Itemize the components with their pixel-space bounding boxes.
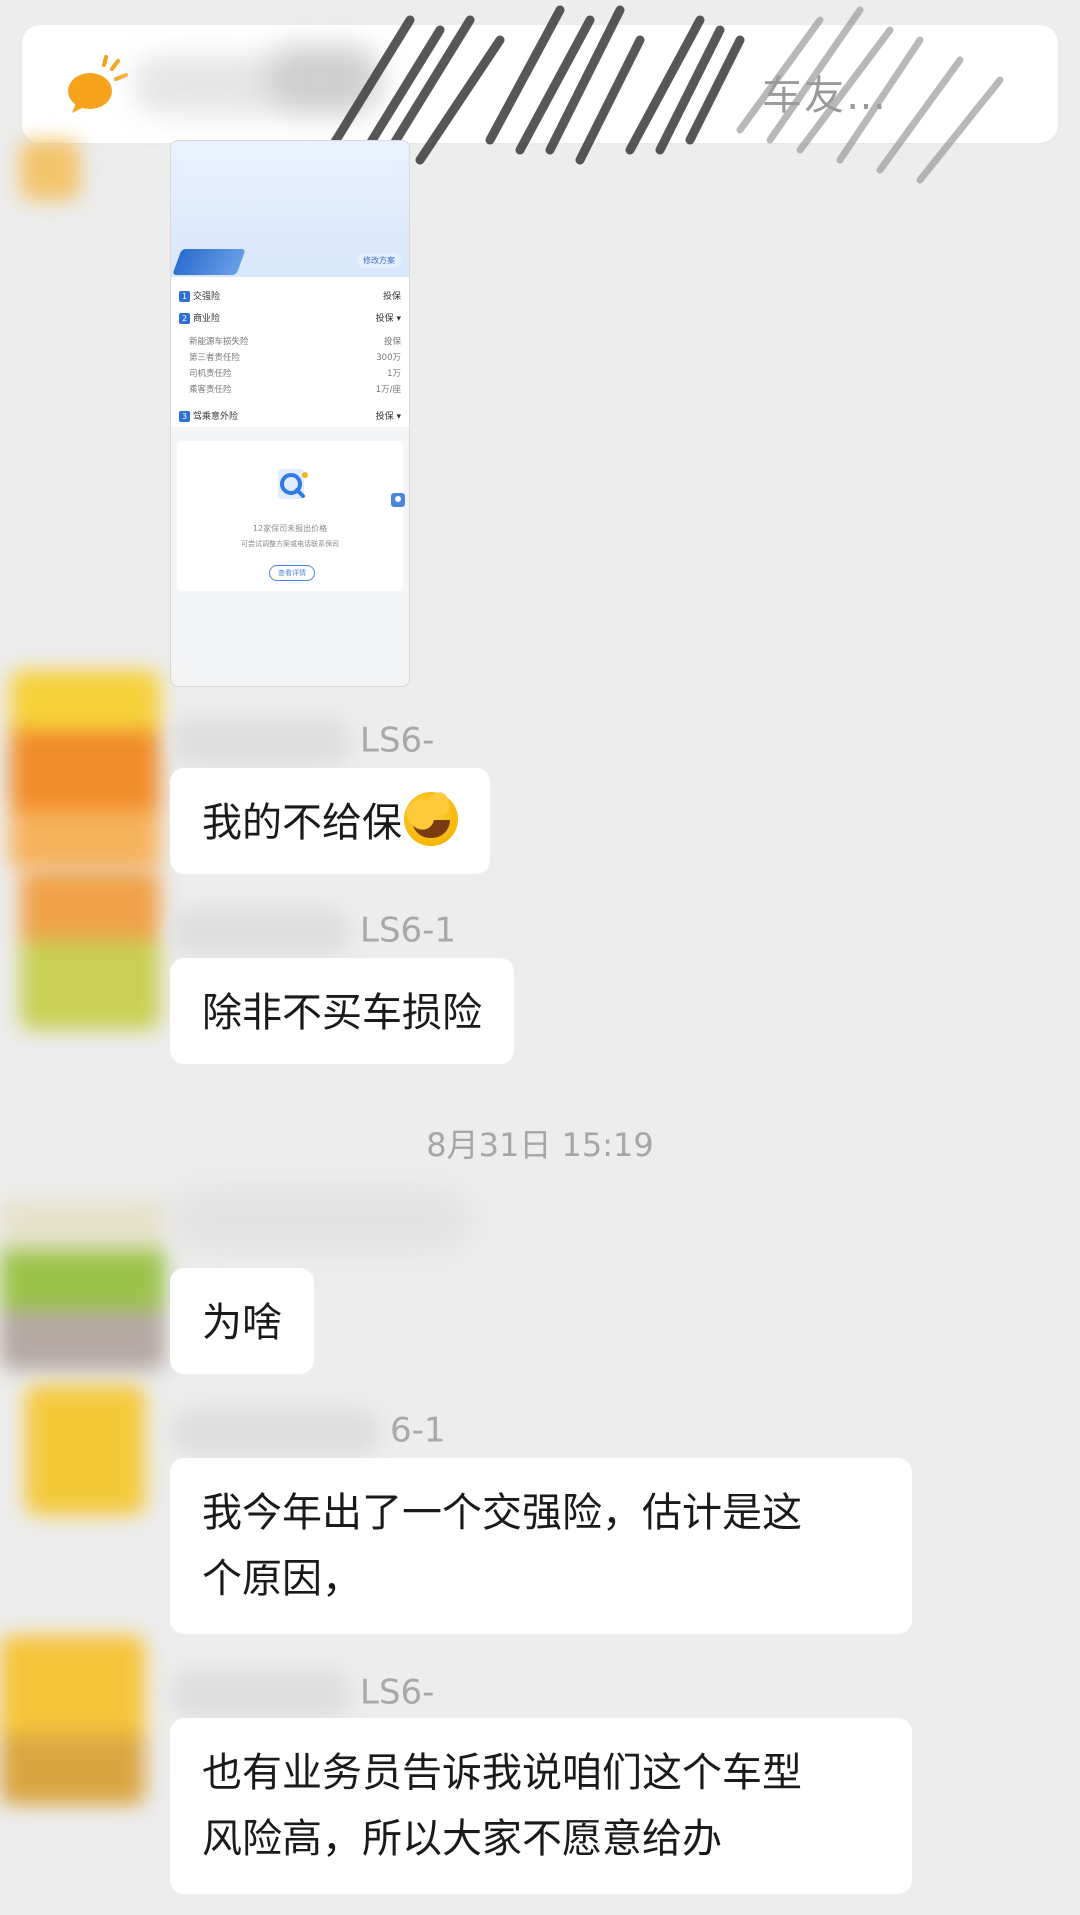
image-panel-text: 12家保司未报出价格 (252, 524, 328, 533)
message-text-line: 我今年出了一个交强险，估计是这 (202, 1490, 802, 1536)
message-text-line: 风险高，所以大家不愿意给办 (202, 1816, 722, 1862)
image-sub-row: 第三者责任险 300万 (189, 353, 401, 363)
avatar[interactable] (20, 870, 160, 1030)
image-sub-row: 乘客责任险 1万/座 (189, 385, 401, 395)
redacted-name (170, 1190, 470, 1250)
image-tag: 修改方案 (357, 253, 401, 268)
redacted-name (170, 1670, 350, 1718)
redacted-name (170, 908, 350, 956)
image-banner-stripe (172, 249, 246, 275)
image-plan-card: 1 交强险 投保 2 商业险 投保 ▾ 新能源车损失险 投保 第三者责任险 300万 司… (171, 277, 409, 427)
avatar[interactable] (25, 1385, 145, 1515)
search-magnifier-icon (278, 469, 308, 499)
avatar[interactable] (0, 1200, 165, 1370)
image-row: 1 交强险 投保 (179, 289, 401, 302)
side-service-icon (391, 493, 405, 507)
message-text-line: 也有业务员告诉我说咱们这个车型 (202, 1750, 802, 1796)
chat-bubble-sun-icon (68, 55, 128, 113)
sender-name: LS6-1 (170, 908, 456, 956)
message-text-line: 个原因， (202, 1556, 362, 1602)
message-bubble[interactable]: 除非不买车损险 (170, 958, 514, 1064)
message-bubble[interactable]: 为啥 (170, 1268, 314, 1374)
image-row: 2 商业险 投保 ▾ (179, 311, 401, 324)
avatar[interactable] (20, 140, 80, 200)
message-bubble[interactable]: 我今年出了一个交强险，估计是这 个原因， (170, 1458, 912, 1634)
image-sub-row: 司机责任险 1万 (189, 369, 401, 379)
redacted-name (170, 1408, 380, 1456)
avatar[interactable] (10, 670, 160, 870)
image-panel-subtext: 可尝试调整方案或电话联系保司 (241, 540, 339, 548)
sender-name: LS6- (170, 1670, 434, 1718)
shared-image-message[interactable]: 修改方案 1 交强险 投保 2 商业险 投保 ▾ 新能源车损失险 投保 第三者责任险 3… (170, 140, 410, 687)
message-text: 我的不给保 (202, 800, 402, 846)
message-bubble[interactable]: 也有业务员告诉我说咱们这个车型 风险高，所以大家不愿意给办 (170, 1718, 912, 1894)
redacted-name (170, 718, 350, 766)
image-sub-row: 新能源车损失险 投保 (189, 337, 401, 347)
message-text: 为啥 (202, 1300, 282, 1346)
sender-name: LS6- (170, 718, 434, 766)
image-row: 3 驾乘意外险 投保 ▾ (179, 409, 401, 422)
face-tears-emoji (404, 792, 458, 846)
image-detail-button: 查看详情 (269, 565, 315, 581)
image-status-panel: 12家保司未报出价格 可尝试调整方案或电话联系保司 查看详情 (177, 441, 403, 591)
message-text: 除非不买车损险 (202, 990, 482, 1036)
sender-name: 6-1 (170, 1408, 446, 1456)
avatar[interactable] (0, 1635, 145, 1805)
timestamp: 8月31日 15:19 (426, 1126, 654, 1164)
message-bubble[interactable]: 我的不给保 (170, 768, 490, 874)
